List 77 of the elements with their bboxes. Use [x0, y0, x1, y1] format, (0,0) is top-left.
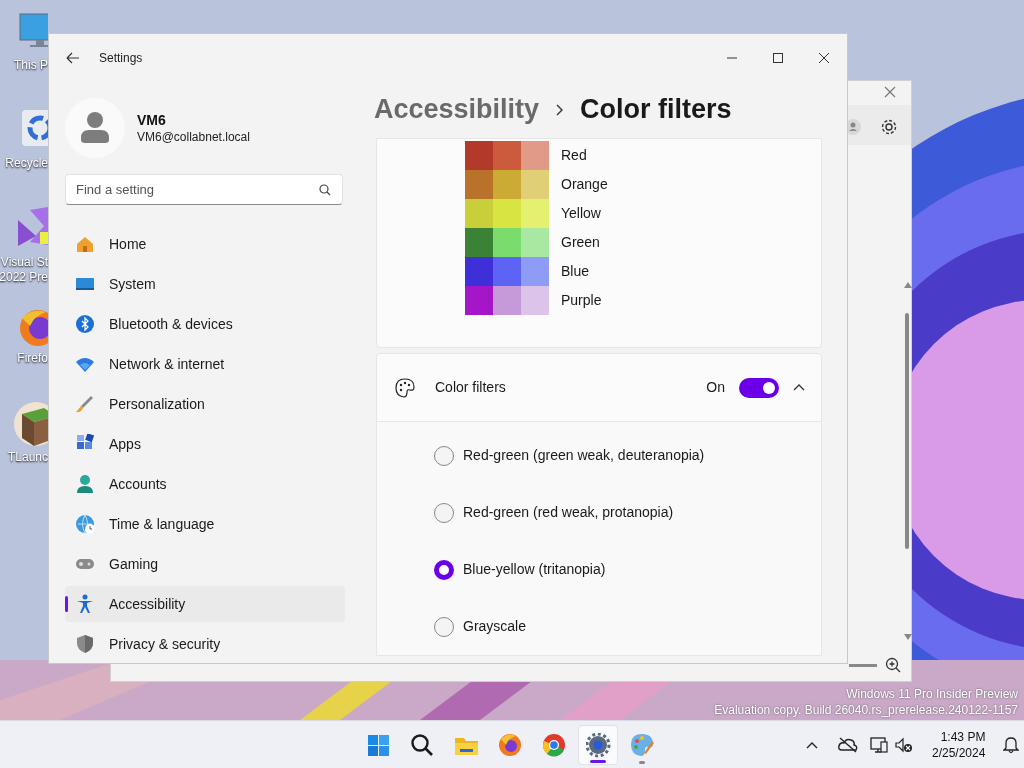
slider-track[interactable] [849, 664, 877, 667]
chrome-icon [541, 732, 567, 758]
nav-item[interactable]: Accessibility [65, 586, 345, 622]
close-icon[interactable] [883, 85, 897, 99]
search-field[interactable]: Find a setting [65, 174, 343, 205]
color-label: Orange [561, 175, 608, 194]
cloud-off-icon[interactable] [838, 736, 858, 754]
user-name: VM6 [137, 111, 167, 129]
close-icon [819, 53, 829, 63]
color-label: Green [561, 233, 600, 252]
color-label: Blue [561, 262, 590, 281]
settings-icon[interactable] [880, 118, 898, 136]
radio-button[interactable] [434, 502, 454, 523]
firefox-icon [497, 732, 523, 758]
toggle-switch[interactable] [739, 377, 779, 398]
nav-item[interactable]: Home [65, 226, 345, 262]
palette-icon [629, 732, 655, 758]
chevron-right-icon [555, 103, 565, 116]
icon-label: Recycle [5, 156, 48, 171]
icon-label: TLaunc [7, 450, 48, 465]
back-icon[interactable] [65, 51, 81, 65]
start-icon [365, 732, 391, 758]
search-icon [409, 732, 435, 758]
toggle-state-text: On [706, 378, 725, 397]
chevron-up-icon[interactable] [793, 383, 805, 392]
zoom-in-icon[interactable] [885, 657, 901, 673]
radio-option[interactable]: Red-green (red weak, protanopia) [434, 484, 821, 541]
icon-label: 2022 Pre [0, 270, 48, 285]
icon-label: Firefo [17, 351, 48, 366]
radio-option[interactable]: Blue-yellow (tritanopia) [434, 541, 821, 598]
radio-option[interactable]: Grayscale [434, 598, 821, 655]
shield-icon [75, 634, 95, 654]
clock[interactable]: 1:43 PM 2/25/2024 [926, 727, 992, 763]
palette-icon [395, 377, 415, 398]
page-heading: Color filters [580, 93, 732, 127]
chevron-up-icon[interactable] [806, 740, 818, 750]
nav-item[interactable]: Privacy & security [65, 626, 345, 662]
scroll-up-icon[interactable] [903, 281, 913, 289]
radio-option[interactable]: Red-green (green weak, deuteranopia) [434, 427, 821, 484]
radio-button[interactable] [434, 616, 454, 637]
avatar-icon [65, 98, 125, 158]
speaker-muted-icon[interactable] [895, 737, 912, 753]
notifications-icon[interactable] [1003, 736, 1020, 754]
color-label: Yellow [561, 204, 601, 223]
scrollbar-thumb[interactable] [905, 313, 909, 549]
globe-clock-icon [75, 514, 95, 534]
nav-item[interactable]: Accounts [65, 466, 345, 502]
user-email: VM6@collabnet.local [137, 129, 250, 145]
nav-item[interactable]: Gaming [65, 546, 345, 582]
nav-item[interactable]: Bluetooth & devices [65, 306, 345, 342]
nav-item[interactable]: Network & internet [65, 346, 345, 382]
watermark-text: Windows 11 Pro Insider Preview [846, 686, 1018, 702]
search-icon[interactable] [319, 184, 331, 196]
color-label: Purple [561, 291, 602, 310]
monitor-icon[interactable] [18, 12, 48, 48]
color-label: Red [561, 146, 587, 165]
scroll-down-icon[interactable] [903, 633, 913, 641]
person-icon [75, 474, 95, 494]
bluetooth-icon [75, 314, 95, 334]
icon-label: Visual St [0, 255, 48, 270]
brush-icon [75, 394, 95, 414]
nav-item[interactable]: Apps [65, 426, 345, 462]
nav-item[interactable]: Personalization [65, 386, 345, 422]
nav-item[interactable]: Time & language [65, 506, 345, 542]
icon-label: This P [14, 58, 48, 73]
network-icon[interactable] [870, 736, 888, 754]
maximize-icon [773, 53, 783, 63]
setting-label: Color filters [435, 378, 506, 397]
radio-button[interactable] [434, 445, 454, 466]
watermark-text: Evaluation copy. Build 26040.rs_prerelease.240122-1157 [714, 702, 1018, 718]
window-title: Settings [99, 50, 143, 67]
page-heading: Accessibility [374, 93, 540, 127]
nav-item[interactable]: System [65, 266, 345, 302]
taskbar-button[interactable] [578, 725, 618, 765]
home-icon [75, 234, 95, 254]
gear-icon [585, 732, 611, 758]
radio-button[interactable] [434, 559, 454, 580]
